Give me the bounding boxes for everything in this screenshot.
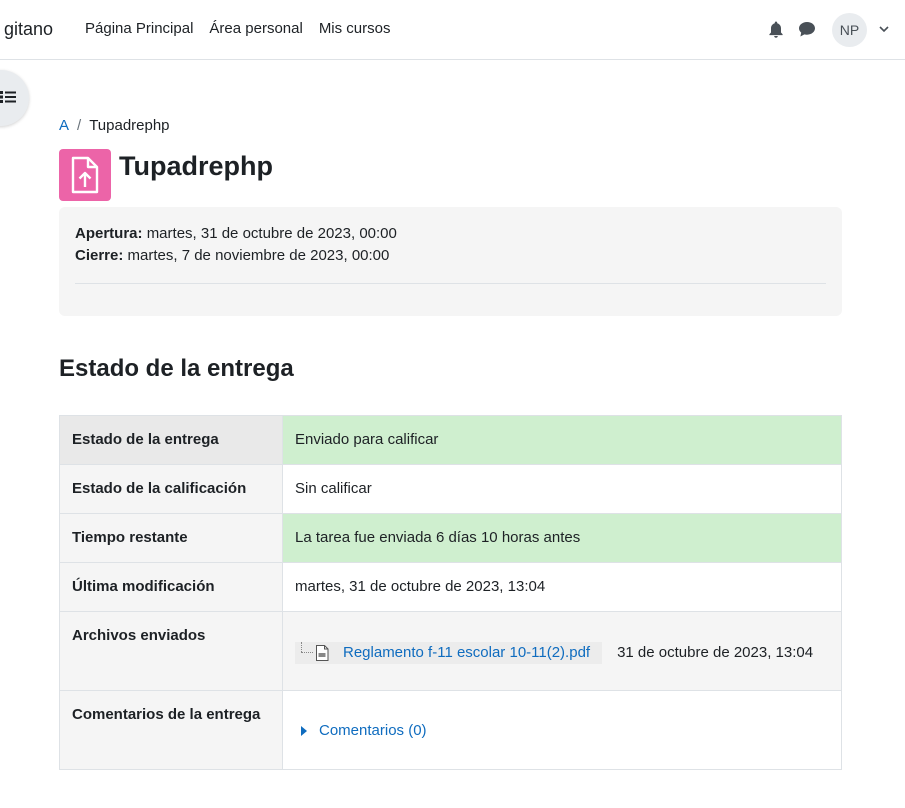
chat-icon[interactable] — [798, 21, 816, 38]
row-label-grading-status: Estado de la calificación — [59, 464, 283, 514]
row-label-file-submissions: Archivos enviados — [59, 611, 283, 691]
tree-connector — [295, 642, 313, 664]
assignment-upload-icon — [59, 149, 111, 201]
list-icon — [0, 91, 16, 103]
submitted-file-date: 31 de octubre de 2023, 13:04 — [617, 644, 814, 661]
primary-navigation: Página Principal Área personal Mis curso… — [77, 20, 399, 38]
row-label-submission-comments: Comentarios de la entrega — [59, 690, 283, 770]
breadcrumb-root-link[interactable]: A — [59, 117, 69, 135]
time-remaining-value: La tarea fue enviada 6 días 10 horas ant… — [282, 513, 842, 563]
pdf-file-icon — [316, 645, 329, 661]
file-chip: Reglamento f-11 escolar 10-11(2).pdf — [295, 642, 603, 664]
submitted-file-link[interactable]: Reglamento f-11 escolar 10-11(2).pdf — [343, 644, 590, 662]
breadcrumb: A / Tupadrephp — [59, 117, 170, 135]
nav-link-home[interactable]: Página Principal — [77, 20, 201, 38]
course-index-toggle[interactable] — [0, 70, 29, 126]
breadcrumb-separator: / — [77, 117, 82, 134]
nav-link-my-courses[interactable]: Mis cursos — [311, 20, 399, 38]
table-row: Tiempo restante La tarea fue enviada 6 d… — [59, 513, 842, 563]
open-date: Apertura: martes, 31 de octubre de 2023,… — [75, 225, 397, 243]
comments-link[interactable]: Comentarios (0) — [319, 722, 427, 740]
close-date-label: Cierre: — [75, 247, 124, 264]
nav-link-dashboard[interactable]: Área personal — [201, 20, 310, 38]
submission-status-value: Enviado para calificar — [282, 415, 842, 465]
dates-divider — [75, 283, 826, 284]
file-entry: Reglamento f-11 escolar 10-11(2).pdf 31 … — [295, 642, 829, 664]
table-row: Última modificación martes, 31 de octubr… — [59, 562, 842, 612]
close-date-value: martes, 7 de noviembre de 2023, 00:00 — [127, 247, 390, 264]
last-modified-value: martes, 31 de octubre de 2023, 13:04 — [282, 562, 842, 612]
grading-status-value: Sin calificar — [282, 464, 842, 514]
site-brand[interactable]: gitano — [4, 19, 53, 40]
user-avatar[interactable]: NP — [832, 13, 867, 47]
activity-dates: Apertura: martes, 31 de octubre de 2023,… — [59, 207, 842, 316]
table-row: Estado de la calificación Sin calificar — [59, 464, 842, 514]
file-submissions-cell: Reglamento f-11 escolar 10-11(2).pdf 31 … — [282, 611, 842, 691]
table-row: Comentarios de la entrega Comentarios (0… — [59, 690, 842, 770]
submission-status-heading: Estado de la entrega — [59, 355, 294, 382]
page-title: Tupadrephp — [119, 151, 273, 181]
row-label-time-remaining: Tiempo restante — [59, 513, 283, 563]
table-row: Estado de la entrega Enviado para califi… — [59, 415, 842, 465]
user-controls: NP — [755, 13, 905, 47]
close-date: Cierre: martes, 7 de noviembre de 2023, … — [75, 247, 389, 265]
submission-status-table: Estado de la entrega Enviado para califi… — [59, 415, 842, 770]
table-row: Archivos enviados Reglamento f-11 escola… — [59, 611, 842, 691]
caret-right-icon — [301, 726, 307, 736]
open-date-value: martes, 31 de octubre de 2023, 00:00 — [146, 225, 397, 242]
bell-icon[interactable] — [768, 21, 784, 39]
open-date-label: Apertura: — [75, 225, 143, 242]
top-navbar: gitano Página Principal Área personal Mi… — [0, 0, 905, 60]
submission-comments-cell: Comentarios (0) — [282, 690, 842, 770]
comments-toggle[interactable]: Comentarios (0) — [301, 722, 829, 740]
row-label-submission-status: Estado de la entrega — [59, 415, 283, 465]
chevron-down-icon[interactable] — [879, 25, 889, 33]
row-label-last-modified: Última modificación — [59, 562, 283, 612]
breadcrumb-current: Tupadrephp — [89, 117, 170, 134]
